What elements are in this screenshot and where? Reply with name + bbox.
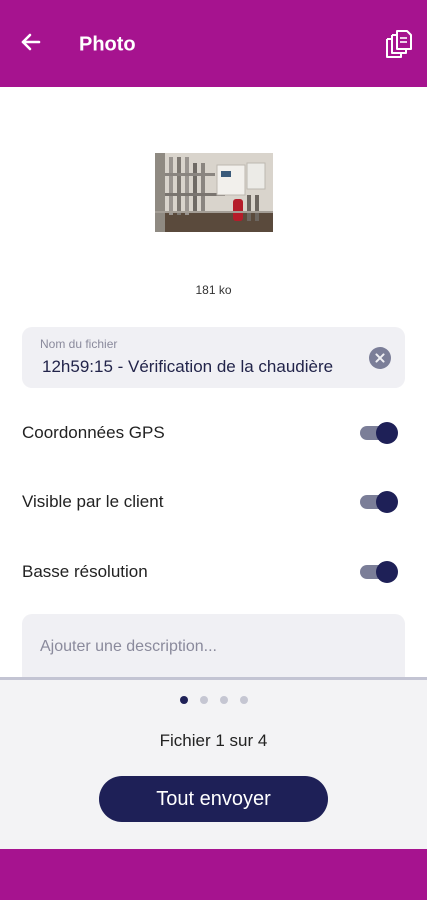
file-size-label: 181 ko xyxy=(195,283,232,297)
page-dot[interactable] xyxy=(239,696,248,704)
app-bar: Photo xyxy=(0,0,427,87)
footer-bar xyxy=(0,849,427,900)
arrow-left-icon xyxy=(21,33,41,51)
description-input[interactable]: Ajouter une description... xyxy=(22,614,405,684)
visible-client-toggle[interactable] xyxy=(360,491,398,513)
files-button[interactable] xyxy=(385,29,413,59)
page-dot[interactable] xyxy=(219,696,228,704)
toggle-row-gps: Coordonnées GPS xyxy=(22,413,405,453)
photo-thumbnail[interactable] xyxy=(155,153,273,232)
file-counter: Fichier 1 sur 4 xyxy=(159,731,268,750)
toggle-row-low-res: Basse résolution xyxy=(22,552,405,592)
back-button[interactable] xyxy=(18,29,44,55)
toggle-knob xyxy=(376,561,398,583)
description-placeholder: Ajouter une description... xyxy=(40,638,217,655)
gps-toggle[interactable] xyxy=(360,422,398,444)
low-resolution-toggle[interactable] xyxy=(360,561,398,583)
toggle-label-gps: Coordonnées GPS xyxy=(22,423,165,442)
page-title: Photo xyxy=(79,33,136,56)
toggle-label-visible: Visible par le client xyxy=(22,492,164,511)
toggle-row-visible: Visible par le client xyxy=(22,482,405,522)
page-dot-active[interactable] xyxy=(179,696,188,704)
filename-field-label: Nom du fichier xyxy=(40,337,118,351)
send-all-button[interactable]: Tout envoyer xyxy=(99,776,328,822)
toggle-knob xyxy=(376,422,398,444)
bottom-panel: Fichier 1 sur 4 Tout envoyer xyxy=(0,677,427,849)
file-stack-icon xyxy=(386,30,412,58)
filename-field[interactable]: Nom du fichier 12h59:15 - Vérification d… xyxy=(22,327,405,388)
toggle-knob xyxy=(376,491,398,513)
clear-icon[interactable] xyxy=(369,347,391,369)
page-indicator xyxy=(0,696,427,704)
filename-input[interactable]: 12h59:15 - Vérification de la chaudière xyxy=(42,357,333,377)
page-dot[interactable] xyxy=(199,696,208,704)
toggle-label-low-res: Basse résolution xyxy=(22,562,148,581)
boiler-photo xyxy=(155,153,273,232)
